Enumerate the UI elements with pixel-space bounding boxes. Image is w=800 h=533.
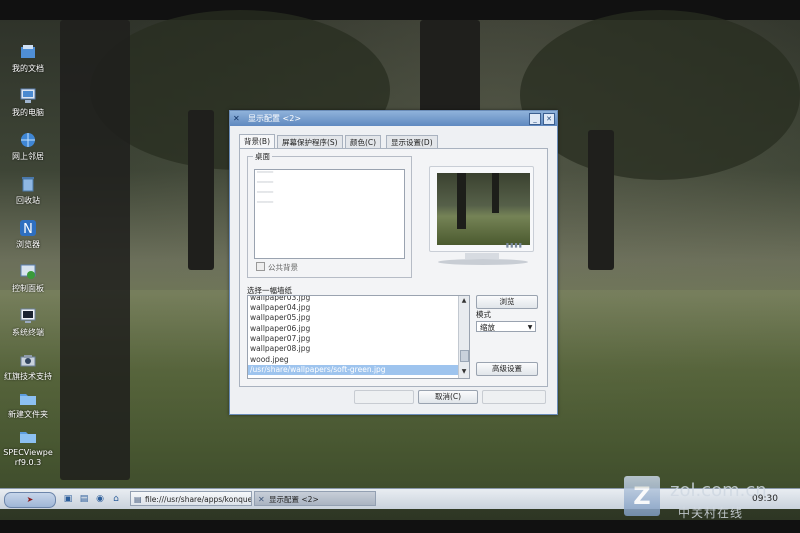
wallpaper-tree-trunk (188, 110, 214, 270)
desktop-icon-label: 控制面板 (12, 284, 44, 293)
taskbar-item-display-config[interactable]: ✕ 显示配置 <2> (254, 491, 376, 506)
mode-label: 模式 (476, 310, 491, 319)
taskbar-item-konqueror[interactable]: ▤ file:///usr/share/apps/konquer... (130, 491, 252, 506)
close-icon[interactable]: ✕ (543, 113, 555, 125)
scroll-down-icon[interactable]: ▼ (460, 368, 468, 376)
advanced-settings-button[interactable]: 高级设置 (476, 362, 538, 376)
ok-button[interactable] (354, 390, 414, 404)
folder-icon (20, 432, 36, 443)
background-tab-panel: 桌面 ▔▔▔ ▔▔▔ ▔▔▔ ▔▔▔ 公共背景 ▮▮▮▮ 选择一幅墙纸 wall… (239, 148, 548, 387)
dialog-title: 显示配置 <2> (248, 114, 302, 123)
wallpaper-preview-monitor: ▮▮▮▮ (429, 166, 534, 252)
desktop-group: 桌面 ▔▔▔ ▔▔▔ ▔▔▔ ▔▔▔ 公共背景 (247, 151, 412, 278)
desktop-icon-label: 红旗技术支持 (4, 372, 52, 381)
app-x-icon: ✕ (258, 495, 265, 504)
desktop-listbox[interactable]: ▔▔▔ ▔▔▔ ▔▔▔ ▔▔▔ (254, 169, 405, 259)
zol-logo-icon: Z (624, 476, 660, 516)
wallpaper-list-scrollbar[interactable]: ▲ ▼ (458, 296, 469, 378)
wallpaper-list-item[interactable]: wallpaper05.jpg (250, 313, 310, 323)
control-panel-icon (20, 264, 36, 279)
common-background-label: 公共背景 (268, 263, 298, 272)
scroll-up-icon[interactable]: ▲ (460, 297, 468, 305)
wallpaper-list-item[interactable]: wallpaper03.jpg (250, 296, 310, 303)
desktop-icon-documents[interactable]: 我的文档 (0, 42, 56, 74)
folder-icon: ▤ (134, 495, 142, 504)
svg-text:N: N (23, 222, 33, 237)
mode-select[interactable]: 缩放 ▼ (476, 321, 536, 332)
apply-button[interactable] (482, 390, 546, 404)
checkbox-box (256, 262, 265, 271)
tab-background[interactable]: 背景(B) (239, 134, 275, 149)
monitor-leds: ▮▮▮▮ (505, 242, 523, 249)
show-desktop-icon[interactable]: ▣ (62, 493, 74, 505)
desktop-icon-trash[interactable]: 回收站 (0, 174, 56, 206)
support-icon (20, 355, 36, 367)
desktop-icon-label: 系统终端 (12, 328, 44, 337)
desktop-icon-label: 回收站 (16, 196, 40, 205)
desktop-icon-label: 浏览器 (16, 240, 40, 249)
browser-launcher-icon[interactable]: ◉ (94, 493, 106, 505)
tab-screensaver[interactable]: 屏幕保护程序(S) (277, 135, 343, 149)
preview-tree (457, 173, 466, 229)
desktop-icon-label: 新建文件夹 (8, 410, 48, 419)
wallpaper-list-item-selected[interactable]: /usr/share/wallpapers/soft-green.jpg (248, 365, 460, 375)
terminal-icon (20, 308, 36, 323)
network-icon (21, 133, 35, 147)
desktop-icon-control-panel[interactable]: 控制面板 (0, 262, 56, 294)
listbox-placeholder-line: ▔▔▔ (257, 172, 274, 180)
desktop-icon-network[interactable]: 网上邻居 (0, 130, 56, 162)
wallpaper-list-item[interactable]: wallpaper04.jpg (250, 303, 310, 313)
listbox-placeholder-line: ▔▔▔ (257, 192, 274, 200)
task-label: file:///usr/share/apps/konquer... (145, 495, 252, 504)
start-button[interactable]: ➤ (4, 492, 56, 508)
desktop-icon-specviewperf[interactable]: SPECViewperf9.0.3 (0, 426, 56, 468)
watermark-brand: 中关村在线 (678, 506, 744, 520)
wallpaper-tree-trunk (588, 130, 614, 270)
watermark-domain: zol.com.cn (670, 480, 767, 501)
wallpaper-canopy (520, 10, 800, 180)
monitor-base (438, 259, 528, 265)
listbox-placeholder-line: ▔▔▔ (257, 182, 274, 190)
computer-icon (20, 88, 36, 103)
desktop-icon-label: SPECViewperf9.0.3 (3, 448, 53, 467)
wallpaper-list-item[interactable]: wallpaper08.jpg (250, 344, 310, 354)
home-launcher-icon[interactable]: ⌂ (110, 493, 122, 505)
scrollbar-thumb[interactable] (460, 350, 469, 362)
wallpaper-list-item[interactable]: wallpaper06.jpg (250, 324, 310, 334)
browse-button[interactable]: 浏览 (476, 295, 538, 309)
desktop-icon-terminal[interactable]: 系统终端 (0, 306, 56, 338)
chevron-down-icon: ▼ (527, 324, 533, 331)
desktop-icon-support[interactable]: 红旗技术支持 (0, 350, 56, 382)
desktop-icon-new-folder[interactable]: 新建文件夹 (0, 388, 56, 420)
wallpaper-preview-image (437, 173, 530, 245)
folder-icon (20, 394, 36, 405)
trash-icon (22, 177, 34, 192)
desktop-icon-browser[interactable]: N 浏览器 (0, 218, 56, 250)
cancel-button[interactable]: 取消(C) (418, 390, 478, 404)
documents-folder-icon (21, 45, 35, 58)
wallpaper-list[interactable]: wallpaper03.jpg wallpaper04.jpg wallpape… (247, 295, 470, 379)
mode-select-value: 缩放 (480, 323, 495, 332)
app-x-icon: ✕ (233, 114, 240, 123)
desktop-icon-label: 网上邻居 (12, 152, 44, 161)
tab-colors[interactable]: 颜色(C) (345, 135, 382, 149)
dialog-titlebar[interactable]: ✕ 显示配置 <2> _ ✕ (230, 111, 557, 126)
wallpaper-list-item[interactable]: wallpaper07.jpg (250, 334, 310, 344)
desktop-icon-label: 我的文档 (12, 64, 44, 73)
desktop-group-title: 桌面 (253, 151, 272, 162)
listbox-placeholder-line: ▔▔▔ (257, 202, 274, 210)
tab-display-settings[interactable]: 显示设置(D) (386, 135, 438, 149)
common-background-checkbox[interactable]: 公共背景 (256, 262, 298, 273)
minimize-icon[interactable]: _ (529, 113, 541, 125)
task-label: 显示配置 <2> (269, 495, 319, 504)
zol-watermark: Z zol.com.cn 中关村在线 (620, 476, 798, 520)
desktop-icon-computer[interactable]: 我的电脑 (0, 86, 56, 118)
preview-tree (492, 173, 499, 213)
wallpaper-list-item[interactable]: wood.jpeg (250, 355, 289, 365)
display-config-dialog: ✕ 显示配置 <2> _ ✕ 背景(B) 屏幕保护程序(S) 颜色(C) 显示设… (229, 110, 558, 415)
desktop-icon-label: 我的电脑 (12, 108, 44, 117)
wallpaper-tree-trunk (60, 20, 130, 480)
terminal-launcher-icon[interactable]: ▤ (78, 493, 90, 505)
browser-icon: N (20, 220, 36, 237)
